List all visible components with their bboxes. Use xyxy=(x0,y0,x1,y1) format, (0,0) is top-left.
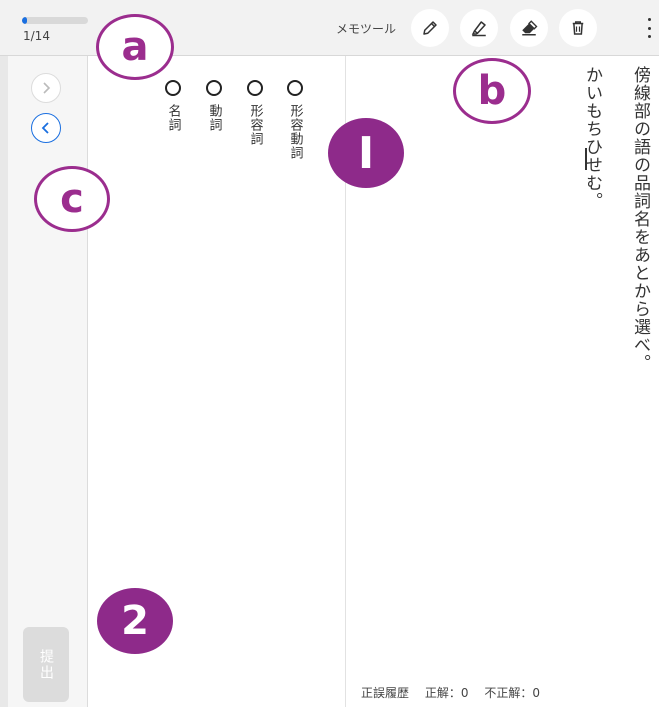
option-verb[interactable]: 動詞 xyxy=(203,80,225,132)
eraser-icon xyxy=(522,20,538,36)
option-adjectival-noun[interactable]: 形容動詞 xyxy=(284,80,306,160)
trash-icon xyxy=(572,21,584,35)
option-label: 名詞 xyxy=(165,104,181,132)
option-noun[interactable]: 名詞 xyxy=(162,80,184,132)
highlighter-icon xyxy=(471,21,486,37)
progress-bar-fill xyxy=(22,17,27,24)
history-title: 正誤履歴 xyxy=(361,686,410,700)
left-edge-strip xyxy=(0,56,8,707)
annotation-1: I xyxy=(328,118,404,188)
underline-mark xyxy=(585,148,587,170)
annotation-b: b xyxy=(453,58,531,124)
history-correct: 正解：0 xyxy=(424,686,469,700)
annotation-a: a xyxy=(96,14,174,80)
question-instruction: 傍線部の語の品詞名をあとから選べ。 xyxy=(630,66,650,372)
chevron-left-icon xyxy=(41,122,49,134)
option-radio[interactable] xyxy=(206,80,222,96)
option-label: 形容動詞 xyxy=(287,104,303,160)
option-label: 形容詞 xyxy=(247,104,263,146)
next-question-button[interactable] xyxy=(31,73,61,103)
navigation-column xyxy=(8,56,88,707)
previous-question-button[interactable] xyxy=(31,113,61,143)
option-label: 動詞 xyxy=(206,104,222,132)
eraser-tool-button[interactable] xyxy=(510,9,548,47)
option-adjective[interactable]: 形容詞 xyxy=(244,80,266,146)
progress-bar xyxy=(22,17,88,24)
memo-tool-label: メモツール xyxy=(336,22,397,36)
chevron-right-icon xyxy=(43,82,51,94)
pencil-tool-button[interactable] xyxy=(411,9,449,47)
annotation-c: c xyxy=(34,166,110,232)
option-radio[interactable] xyxy=(165,80,181,96)
annotation-2: 2 xyxy=(97,588,173,654)
submit-button[interactable]: 提出 xyxy=(23,627,69,702)
submit-label: 提出 xyxy=(38,648,54,681)
highlighter-tool-button[interactable] xyxy=(460,9,498,47)
option-radio[interactable] xyxy=(247,80,263,96)
answer-history: 正誤履歴 正解：0 不正解：0 xyxy=(361,684,552,701)
question-sentence: かいもちひせむ。 xyxy=(582,66,602,210)
pencil-icon xyxy=(423,21,437,35)
option-radio[interactable] xyxy=(287,80,303,96)
question-counter: 1/14 xyxy=(23,29,50,43)
history-incorrect: 不正解：0 xyxy=(484,686,540,700)
delete-tool-button[interactable] xyxy=(559,9,597,47)
more-vertical-icon[interactable] xyxy=(646,18,652,38)
